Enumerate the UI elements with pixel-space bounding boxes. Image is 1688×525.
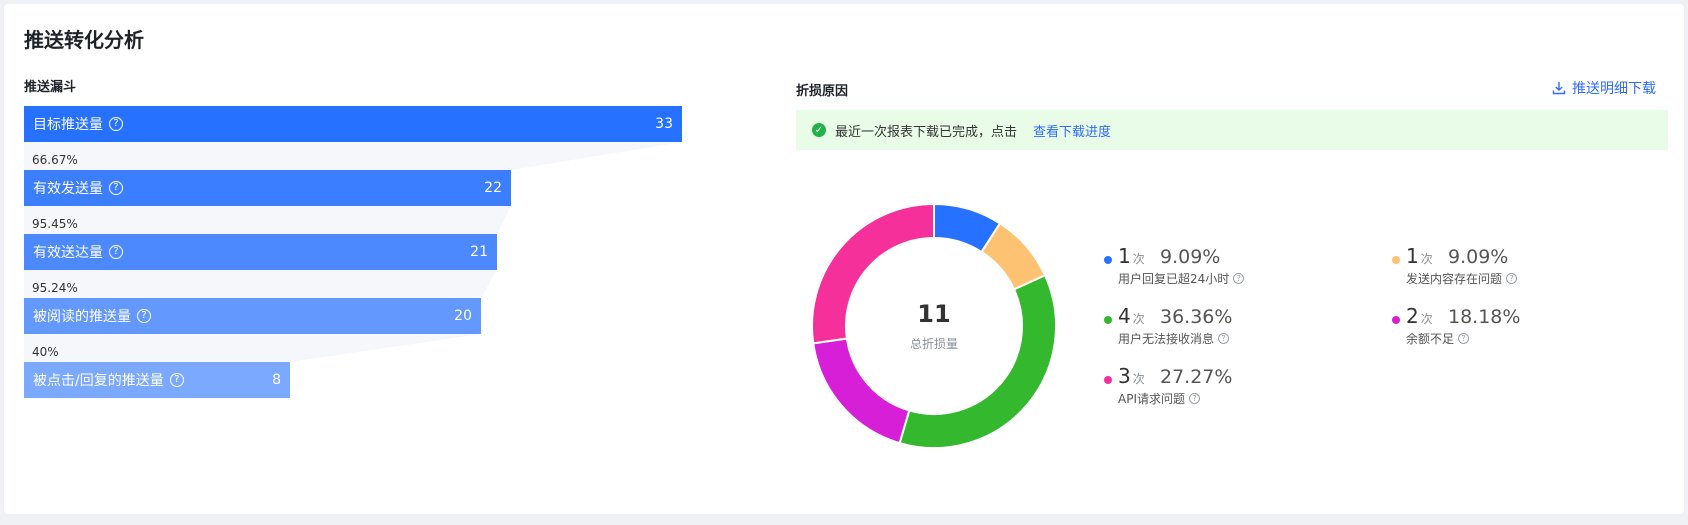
check-circle-icon: ✓ [812,123,826,137]
legend-label: API请求问题 [1118,392,1185,406]
help-icon[interactable]: ? [1218,333,1230,344]
legend-dot [1104,376,1112,384]
legend-unit: 次 [1132,312,1145,326]
conversion-rate: 66.67% [32,153,78,167]
funnel-heading: 推送漏斗 [24,80,77,95]
conversion-card: 推送转化分析 推送漏斗 目标推送量? 33 66.67% 有效发送量? 22 9… [4,4,1684,514]
download-notice: ✓ 最近一次报表下载已完成，点击 查看下载进度 [796,110,1668,150]
connector-4 [24,334,481,362]
legend-count: 3 [1118,364,1131,388]
legend-count: 2 [1406,304,1419,328]
stage-value: 20 [454,308,472,324]
help-icon[interactable]: ? [109,245,123,259]
legend-unit: 次 [1420,252,1433,266]
help-icon[interactable]: ? [169,373,184,387]
page-title: 推送转化分析 [24,28,144,52]
download-label: 推送明细下载 [1572,81,1656,97]
help-icon[interactable]: ? [109,117,123,131]
help-icon[interactable]: ? [1189,393,1200,404]
legend-percent: 18.18% [1448,306,1521,328]
help-icon[interactable]: ? [1506,273,1518,284]
stage-value: 22 [484,180,502,196]
total-loss-label: 总折损量 [909,337,958,351]
stage-value: 21 [470,244,488,260]
legend-dot [1104,316,1112,324]
help-icon[interactable]: ? [1458,333,1470,344]
push-funnel: 目标推送量? 33 66.67% 有效发送量? 22 95.45% 有效送达量?… [24,106,704,406]
conversion-rate: 40% [32,345,59,359]
legend-label: 发送内容存在问题 [1406,272,1503,286]
legend-unit: 次 [1420,312,1433,326]
legend-percent: 27.27% [1160,366,1233,388]
notice-text: 最近一次报表下载已完成，点击 [835,124,1018,140]
loss-heading: 折损原因 [796,84,849,99]
stage-label: 被点击/回复的推送量 [33,373,164,389]
legend-dot [1392,256,1400,264]
download-progress-link[interactable]: 查看下载进度 [1033,121,1111,140]
funnel-bar-read[interactable]: 被阅读的推送量? 20 [24,298,481,334]
legend-count: 1 [1118,244,1131,268]
donut-slice[interactable] [812,337,911,445]
legend-unit: 次 [1132,372,1145,386]
legend-dot [1392,316,1400,324]
conversion-rate: 95.24% [32,281,78,295]
help-icon[interactable]: ? [1233,273,1245,284]
connector-2 [24,206,511,234]
legend-dot [1104,256,1112,264]
help-icon[interactable]: ? [137,309,151,323]
legend-count: 1 [1406,244,1419,268]
conversion-rate: 95.45% [32,217,78,231]
legend-percent: 36.36% [1160,306,1233,328]
funnel-bar-target[interactable]: 目标推送量? 33 [24,106,682,142]
connector-3 [24,270,497,298]
legend-percent: 9.09% [1448,246,1509,268]
funnel-bar-sent[interactable]: 有效发送量? 22 [24,170,511,206]
legend-unit: 次 [1132,252,1145,266]
legend-label: 用户回复已超24小时 [1118,272,1230,286]
funnel-bar-delivered[interactable]: 有效送达量? 21 [24,234,497,270]
stage-value: 33 [655,116,673,132]
stage-label: 有效发送量 [33,181,103,197]
stage-label: 有效送达量 [33,245,103,261]
stage-value: 8 [272,372,281,388]
help-icon[interactable]: ? [109,181,123,195]
stage-label: 目标推送量 [33,117,103,133]
funnel-bar-clicked[interactable]: 被点击/回复的推送量? 8 [24,362,290,398]
stage-label: 被阅读的推送量 [33,309,131,325]
connector-1 [24,142,682,170]
legend-percent: 9.09% [1160,246,1221,268]
total-loss-value: 11 [917,300,951,328]
legend-count: 4 [1118,304,1131,328]
legend-label: 用户无法接收消息 [1118,332,1215,346]
legend-label: 余额不足 [1406,332,1455,346]
download-button[interactable]: 推送明细下载 [1552,78,1656,98]
download-icon [1552,82,1566,95]
